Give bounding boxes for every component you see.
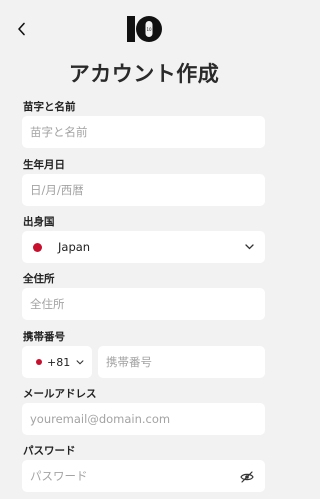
email-input[interactable] [22,403,265,435]
japan-flag-icon [33,242,42,252]
phone-code-value: +81 [47,355,71,369]
japan-flag-icon [36,359,42,365]
brand-logo: 10 [127,16,162,42]
password-field[interactable] [22,460,265,492]
name-field[interactable] [22,116,265,148]
country-value: Japan [58,240,91,254]
password-label: パスワード [23,445,76,457]
chevron-down-icon [243,241,255,253]
birthdate-label: 生年月日 [23,159,65,171]
chevron-left-icon [18,22,25,36]
name-input[interactable] [22,116,265,148]
country-select[interactable]: Japan [22,231,265,263]
email-field[interactable] [22,403,265,435]
phone-input[interactable] [98,346,265,378]
email-label: メールアドレス [23,388,97,400]
birthdate-field[interactable] [22,174,265,206]
phone-code-select[interactable]: +81 [22,346,92,378]
password-input[interactable] [22,460,265,492]
address-input[interactable] [22,288,265,320]
back-button[interactable] [12,18,32,40]
eye-slash-icon[interactable] [240,469,254,483]
page-title: アカウント作成 [68,62,220,86]
country-label: 出身国 [23,216,55,228]
address-label: 全住所 [23,273,55,285]
name-label: 苗字と名前 [23,101,76,113]
chevron-down-icon [74,356,86,368]
svg-text:10: 10 [146,27,152,32]
address-field[interactable] [22,288,265,320]
phone-field[interactable] [98,346,265,378]
header: 10 [0,0,288,56]
phone-label: 携帯番号 [23,331,65,343]
birthdate-input[interactable] [22,174,265,206]
